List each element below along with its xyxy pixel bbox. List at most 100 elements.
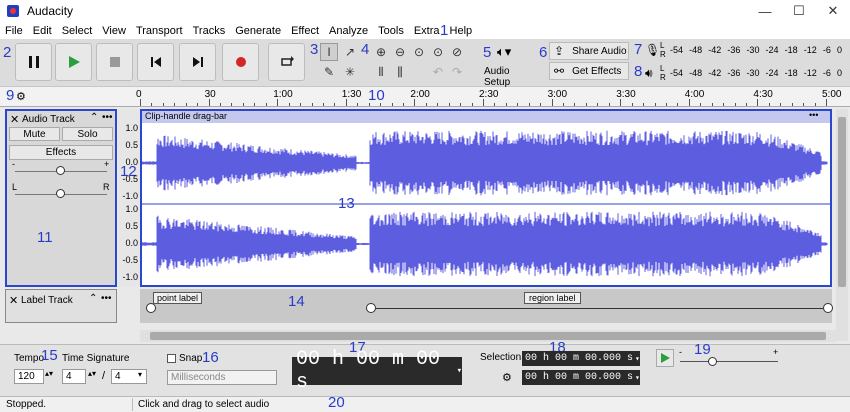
skip-to-start-button[interactable] — [137, 43, 174, 81]
collapse-label-track-icon[interactable]: ⌃ — [89, 293, 97, 304]
amplitude-scale[interactable]: 12 1.0 0.5 0.0 -0.5 -1.0 1.0 0.5 0.0 -0.5 -1.0 — [118, 109, 140, 287]
snap-checkbox[interactable] — [167, 354, 176, 363]
meter-tick: -42 — [708, 45, 722, 55]
loop-button[interactable] — [268, 43, 305, 81]
waveform[interactable] — [142, 123, 830, 285]
toolbar: 2 3 I ↗ ✎ ✳ 4 ⊕ ⊖ ⊙ ⊙ ⊘ ⫴ ⫼ ↶ ↷ 5 🔈︎▾ Au… — [0, 39, 850, 88]
menu-transport[interactable]: Transport — [131, 25, 188, 37]
audio-setup-button[interactable]: 🔈︎▾ Audio Setup — [481, 43, 537, 88]
timeline-ruler[interactable]: 9 ⚙ 10 0 30 1:00 1:30 2:00 2:30 3:00 3:30 4:00 4:… — [0, 87, 850, 107]
marker-6: 6 — [539, 44, 548, 61]
playback-meter[interactable]: L R -54 -48 -42 -36 -30 -24 -18 -12 -6 0 — [660, 64, 845, 84]
gain-slider-handle[interactable] — [56, 166, 65, 175]
track-menu-icon[interactable]: ••• — [102, 112, 113, 123]
zoom-out-button[interactable]: ⊖ — [391, 43, 409, 61]
stop-button[interactable] — [96, 43, 133, 81]
selection-start[interactable]: 00 h 00 m 00.000 s ▾ — [522, 351, 640, 366]
trim-audio-button[interactable]: ⫴ — [372, 63, 390, 81]
play-button[interactable] — [55, 43, 92, 81]
maximize-button[interactable]: ☐ — [782, 0, 816, 22]
menu-file[interactable]: File — [0, 25, 28, 37]
mute-button[interactable]: Mute — [9, 127, 60, 141]
menu-select[interactable]: Select — [57, 25, 98, 37]
menu-tracks[interactable]: Tracks — [188, 25, 231, 37]
upload-icon: ⇪ — [554, 44, 565, 58]
close-button[interactable]: ✕ — [816, 0, 850, 22]
gain-max-label: + — [104, 159, 110, 169]
label-track-area[interactable]: 14 point label region label — [140, 289, 833, 323]
envelope-tool-button[interactable]: ↗ — [341, 43, 359, 61]
undo-button[interactable]: ↶ — [429, 63, 447, 81]
label-track-menu-icon[interactable]: ••• — [101, 293, 112, 304]
zoom-in-button[interactable]: ⊕ — [372, 43, 390, 61]
get-effects-button[interactable]: ⚯ Get Effects — [549, 62, 629, 80]
play-at-speed-button[interactable] — [656, 349, 674, 367]
time-display[interactable]: 00 h 00 m 00 s ▾ — [292, 348, 462, 394]
chevron-down-icon[interactable]: ▾ — [138, 370, 142, 379]
timesig-spinner-icon[interactable]: ▴▾ — [88, 369, 96, 378]
menu-effect[interactable]: Effect — [286, 25, 324, 37]
play-icon — [661, 353, 670, 363]
region-end-anchor[interactable] — [823, 303, 833, 313]
microphone-icon[interactable]: 🎙︎ — [645, 43, 660, 57]
menu-view[interactable]: View — [97, 25, 131, 37]
chevron-down-icon[interactable]: ▾ — [635, 373, 640, 383]
tempo-input[interactable]: 120 — [14, 369, 44, 384]
clip-handle-bar[interactable]: Clip-handle drag-bar ••• — [142, 110, 830, 123]
menu-edit[interactable]: Edit — [28, 25, 57, 37]
collapse-track-icon[interactable]: ⌃ — [90, 112, 98, 123]
time-format-chevron-icon[interactable]: ▾ — [457, 366, 462, 376]
redo-button[interactable]: ↷ — [448, 63, 466, 81]
timeline-settings-icon[interactable]: ⚙ — [16, 90, 26, 103]
ruler-minor-tick — [803, 103, 805, 106]
chevron-down-icon[interactable]: ▾ — [635, 354, 640, 364]
fit-selection-button[interactable]: ⊙ — [410, 43, 428, 61]
clip-title: Clip-handle drag-bar — [145, 111, 228, 121]
minimize-button[interactable]: — — [748, 0, 782, 22]
effects-button[interactable]: Effects — [9, 145, 113, 160]
speaker-meter-icon[interactable]: 🔊︎ — [645, 66, 653, 81]
menu-tools[interactable]: Tools — [373, 25, 409, 37]
record-meter[interactable]: L R -54 -48 -42 -36 -30 -24 -18 -12 -6 0 — [660, 41, 845, 61]
horizontal-scrollbar[interactable] — [140, 330, 836, 342]
time-signature-label: Time Signature — [62, 353, 130, 364]
silence-audio-button[interactable]: ⫼ — [391, 63, 409, 81]
solo-button[interactable]: Solo — [62, 127, 113, 141]
tempo-spinner-icon[interactable]: ▴▾ — [45, 369, 53, 378]
track-name[interactable]: Audio Track — [22, 114, 75, 125]
menu-generate[interactable]: Generate — [230, 25, 286, 37]
timesig-numerator[interactable]: 4 — [62, 369, 86, 384]
pan-slider-handle[interactable] — [56, 189, 65, 198]
scrollbar-thumb[interactable] — [838, 117, 846, 287]
multi-tool-button[interactable]: ✳ — [341, 63, 359, 81]
record-button[interactable] — [222, 43, 259, 81]
speed-slider-handle[interactable] — [708, 357, 717, 366]
vertical-scrollbar[interactable] — [836, 109, 848, 341]
marker-7: 7 — [634, 41, 643, 58]
zoom-toggle-button[interactable]: ⊘ — [448, 43, 466, 61]
share-audio-button[interactable]: ⇪ Share Audio — [549, 42, 629, 60]
selection-end[interactable]: 00 h 00 m 00.000 s ▾ — [522, 370, 640, 385]
menu-help[interactable]: Help — [445, 25, 478, 37]
menu-analyze[interactable]: Analyze — [324, 25, 373, 37]
region-label[interactable]: region label — [524, 292, 581, 304]
hscroll-thumb[interactable] — [150, 332, 826, 340]
region-start-anchor[interactable] — [366, 303, 376, 313]
close-label-track-icon[interactable]: ✕ — [9, 294, 18, 307]
audio-clip[interactable]: Clip-handle drag-bar ••• 13 — [140, 109, 832, 287]
skip-to-end-button[interactable] — [179, 43, 216, 81]
region-line — [376, 308, 823, 309]
fit-project-button[interactable]: ⊙ — [429, 43, 447, 61]
selection-tool-button[interactable]: I — [320, 43, 338, 61]
label-track-name[interactable]: Label Track — [21, 295, 73, 306]
clip-menu-icon[interactable]: ••• — [809, 110, 818, 120]
point-label[interactable]: point label — [153, 292, 203, 304]
point-label-anchor[interactable] — [146, 303, 156, 313]
pause-button[interactable] — [15, 43, 52, 81]
selection-settings-icon[interactable]: ⚙ — [502, 371, 512, 384]
snap-unit-select[interactable]: Milliseconds — [167, 370, 277, 385]
ruler-minor-tick — [505, 103, 507, 106]
meter-tick: -36 — [727, 45, 741, 55]
draw-tool-button[interactable]: ✎ — [320, 63, 338, 81]
close-track-icon[interactable]: ✕ — [10, 113, 19, 126]
